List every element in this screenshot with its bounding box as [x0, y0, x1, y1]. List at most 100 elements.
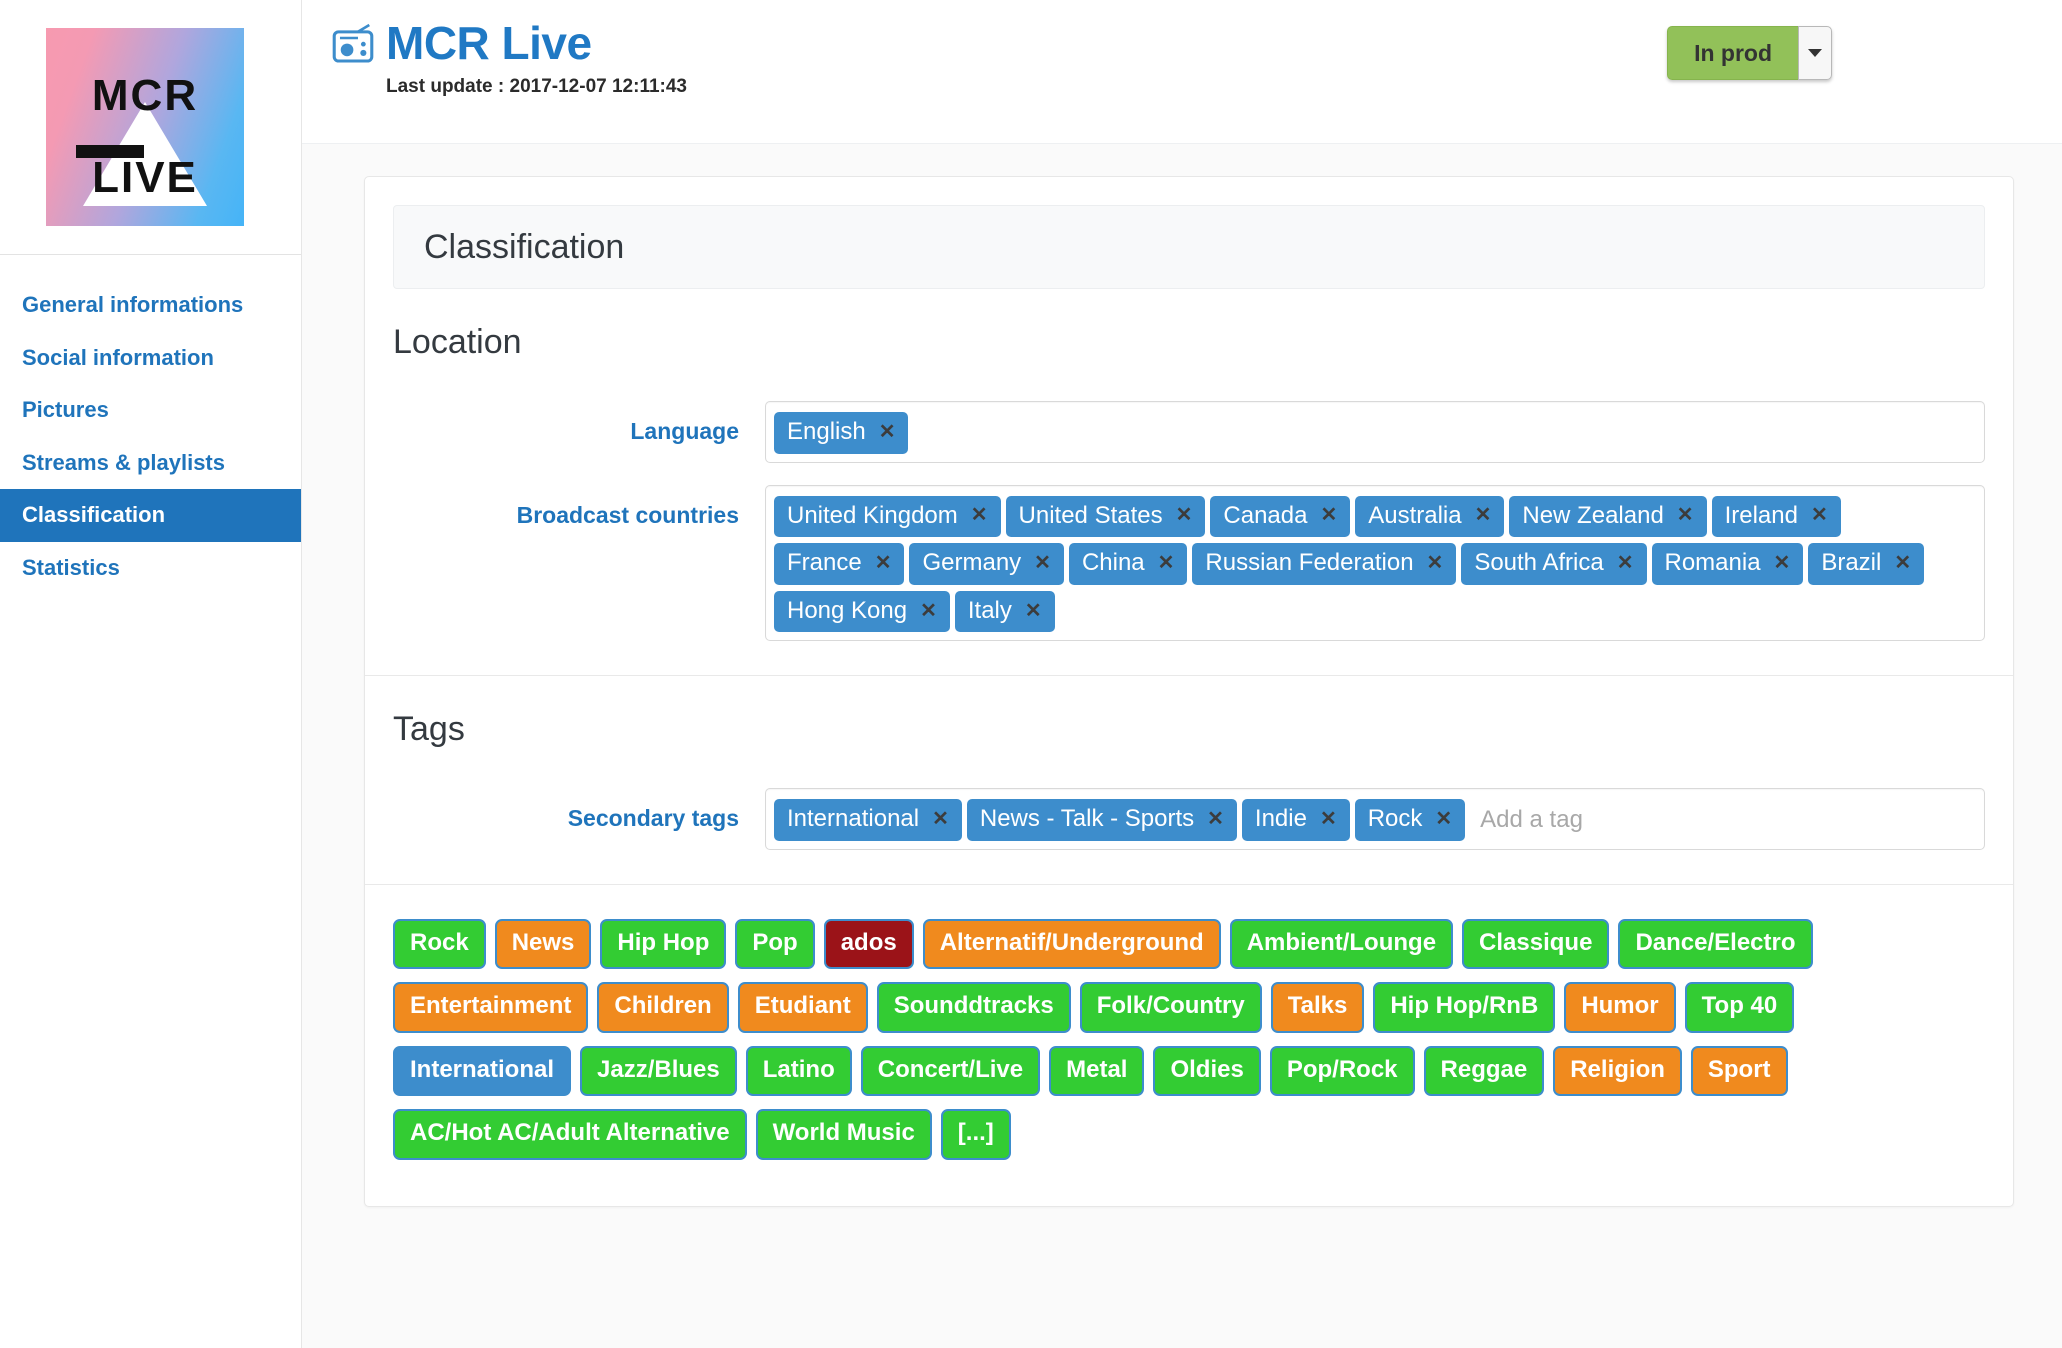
section-title-tags: Tags: [393, 710, 465, 749]
genre-badge[interactable]: Folk/Country: [1079, 982, 1262, 1033]
genre-badge[interactable]: Dance/Electro: [1618, 918, 1813, 970]
genre-badge[interactable]: Pop: [735, 918, 815, 970]
language-token-field[interactable]: English ✕: [765, 401, 1985, 463]
token-label: News - Talk - Sports: [979, 805, 1195, 833]
section-body-tags: Secondary tags International ✕ News - Talk…: [365, 746, 2013, 878]
token-country[interactable]: Ireland ✕: [1711, 495, 1841, 538]
token-country[interactable]: Russian Federation ✕: [1192, 543, 1457, 585]
close-icon[interactable]: ✕: [1617, 553, 1634, 573]
token-label: China: [1081, 549, 1145, 577]
token-label: Germany: [922, 549, 1022, 577]
genre-badge[interactable]: Latino: [745, 1045, 852, 1097]
token-secondary-tag[interactable]: Rock ✕: [1354, 799, 1466, 841]
token-country[interactable]: Romania ✕: [1651, 543, 1804, 585]
genre-badge[interactable]: Concert/Live: [860, 1045, 1041, 1097]
token-country[interactable]: Brazil ✕: [1808, 543, 1925, 585]
genre-badge[interactable]: World Music: [755, 1109, 932, 1160]
close-icon[interactable]: ✕: [1207, 809, 1224, 829]
genre-badge[interactable]: Reggae: [1423, 1045, 1545, 1097]
genre-badge[interactable]: Rock: [393, 918, 486, 970]
close-icon[interactable]: ✕: [879, 422, 896, 442]
close-icon[interactable]: ✕: [1811, 505, 1828, 525]
sidebar-item-social-information[interactable]: Social information: [0, 332, 301, 385]
genre-badge[interactable]: Alternatif/Underground: [922, 918, 1221, 970]
close-icon[interactable]: ✕: [1435, 809, 1452, 829]
genre-badge[interactable]: Humor: [1564, 982, 1676, 1033]
genre-badge[interactable]: Religion: [1553, 1045, 1682, 1097]
genre-badge[interactable]: Sounddtracks: [876, 982, 1071, 1033]
token-country[interactable]: Australia ✕: [1355, 495, 1505, 538]
genre-badge[interactable]: Oldies: [1153, 1045, 1261, 1097]
label-broadcast-countries: Broadcast countries: [516, 501, 739, 528]
close-icon[interactable]: ✕: [875, 553, 892, 573]
sidebar-item-classification[interactable]: Classification: [0, 489, 301, 542]
close-icon[interactable]: ✕: [920, 601, 937, 621]
token-country[interactable]: Italy ✕: [954, 590, 1055, 633]
token-label: Canada: [1223, 501, 1308, 529]
add-tag-input[interactable]: [1476, 800, 1976, 841]
genre-badge[interactable]: Talks: [1270, 982, 1365, 1033]
panel-title: Classification: [424, 228, 625, 266]
genre-badge[interactable]: AC/Hot AC/Adult Alternative: [393, 1109, 747, 1160]
close-icon[interactable]: ✕: [932, 809, 949, 829]
token-language[interactable]: English ✕: [774, 412, 909, 454]
token-country[interactable]: Hong Kong ✕: [774, 590, 950, 633]
status-dropdown-group[interactable]: In prod: [1667, 26, 1832, 80]
genre-badge[interactable]: [...]: [940, 1109, 1011, 1160]
genre-badge[interactable]: Top 40: [1684, 982, 1795, 1033]
close-icon[interactable]: ✕: [1894, 553, 1911, 573]
section-body-location: Language English ✕ Broadcast countries U…: [365, 359, 2013, 669]
token-country[interactable]: United States ✕: [1005, 495, 1206, 538]
chevron-down-icon: [1808, 49, 1822, 57]
close-icon[interactable]: ✕: [1320, 809, 1337, 829]
status-badge[interactable]: In prod: [1667, 26, 1798, 80]
close-icon[interactable]: ✕: [1025, 601, 1042, 621]
app-root: MCR LIVE General informations Social inf…: [0, 0, 2062, 1348]
genre-badge[interactable]: Hip Hop/RnB: [1373, 982, 1556, 1033]
genre-badge-list: Rock News Hip Hop Pop ados Alternatif/Undergr…: [365, 885, 1885, 1166]
sidebar-item-streams-playlists[interactable]: Streams & playlists: [0, 437, 301, 490]
close-icon[interactable]: ✕: [1176, 505, 1193, 525]
status-dropdown-toggle[interactable]: [1798, 26, 1832, 80]
token-secondary-tag[interactable]: Indie ✕: [1241, 799, 1350, 841]
close-icon[interactable]: ✕: [1320, 505, 1337, 525]
sidebar-item-pictures[interactable]: Pictures: [0, 384, 301, 437]
token-label: Brazil: [1821, 549, 1882, 577]
token-secondary-tag[interactable]: International ✕: [774, 799, 962, 841]
close-icon[interactable]: ✕: [1677, 505, 1694, 525]
close-icon[interactable]: ✕: [971, 505, 988, 525]
token-label: Russian Federation: [1205, 549, 1414, 577]
broadcast-countries-token-field[interactable]: United Kingdom ✕ United States ✕ Canada ✕ Aust…: [765, 484, 1985, 642]
sidebar-item-general-informations[interactable]: General informations: [0, 279, 301, 332]
genre-badge[interactable]: Etudiant: [737, 982, 868, 1033]
token-country[interactable]: Canada ✕: [1210, 495, 1351, 538]
token-country[interactable]: New Zealand ✕: [1509, 495, 1707, 538]
genre-badge[interactable]: Ambient/Lounge: [1229, 918, 1454, 970]
token-country[interactable]: South Africa ✕: [1461, 543, 1647, 585]
genre-badge[interactable]: Sport: [1690, 1045, 1788, 1097]
secondary-tags-token-field[interactable]: International ✕ News - Talk - Sports ✕ Indie…: [765, 788, 1985, 850]
close-icon[interactable]: ✕: [1475, 505, 1492, 525]
token-country[interactable]: China ✕: [1068, 543, 1188, 585]
genre-badge[interactable]: Metal: [1049, 1045, 1145, 1097]
close-icon[interactable]: ✕: [1034, 553, 1051, 573]
genre-badge[interactable]: Entertainment: [393, 982, 589, 1033]
genre-badge[interactable]: Jazz/Blues: [580, 1045, 737, 1097]
close-icon[interactable]: ✕: [1158, 553, 1175, 573]
genre-badge[interactable]: Hip Hop: [600, 918, 727, 970]
close-icon[interactable]: ✕: [1427, 553, 1444, 573]
token-secondary-tag[interactable]: News - Talk - Sports ✕: [966, 799, 1237, 841]
genre-badge[interactable]: International: [393, 1045, 572, 1097]
token-country[interactable]: United Kingdom ✕: [774, 495, 1001, 538]
close-icon[interactable]: ✕: [1774, 553, 1791, 573]
genre-badge[interactable]: Children: [597, 982, 729, 1033]
genre-badge[interactable]: ados: [823, 918, 914, 970]
genre-badge[interactable]: News: [494, 918, 592, 970]
mcr-live-logo: MCR LIVE: [46, 28, 244, 226]
genre-badge[interactable]: Pop/Rock: [1269, 1045, 1415, 1097]
logo-dash: [76, 145, 144, 158]
genre-badge[interactable]: Classique: [1462, 918, 1610, 970]
sidebar-item-statistics[interactable]: Statistics: [0, 542, 301, 595]
token-country[interactable]: France ✕: [774, 543, 905, 585]
token-country[interactable]: Germany ✕: [909, 543, 1064, 585]
